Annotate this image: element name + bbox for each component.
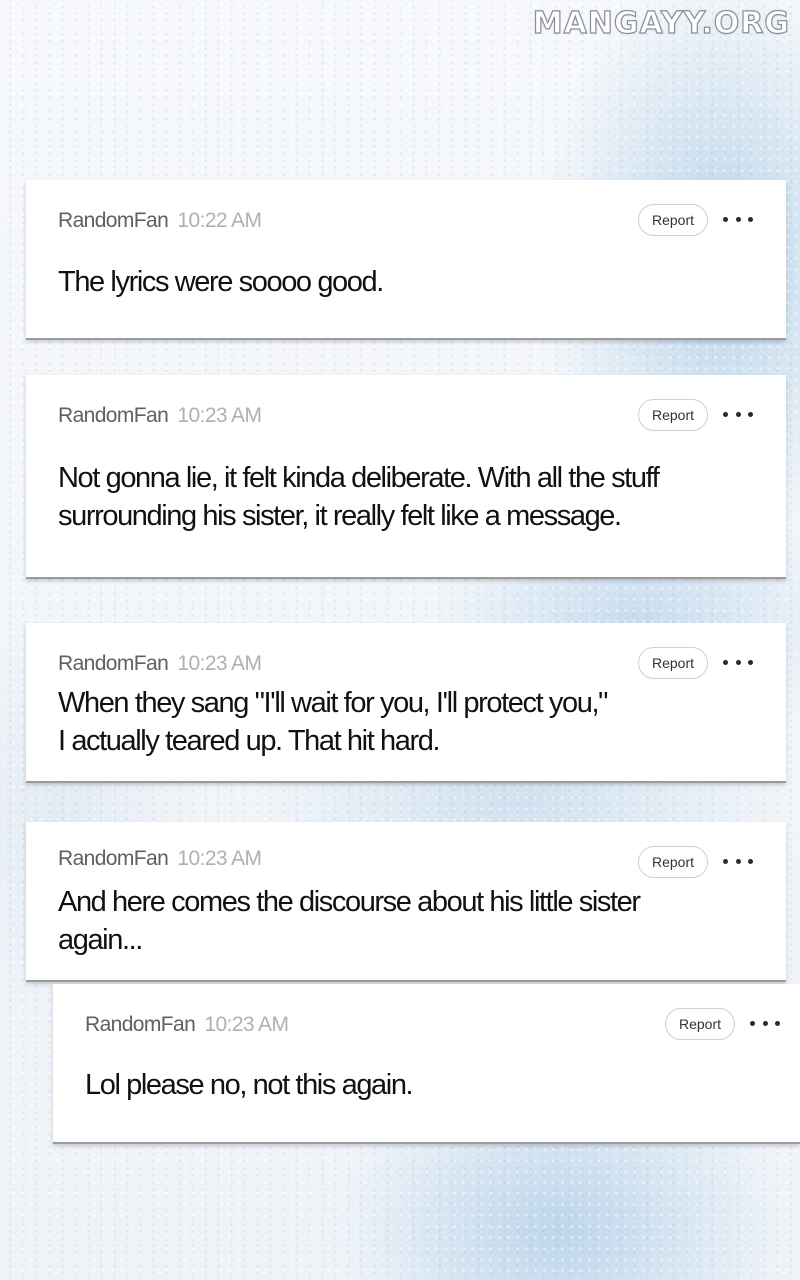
comment-meta: RandomFan 10:23 AM <box>58 652 262 676</box>
comment-timestamp: 10:23 AM <box>204 1013 289 1036</box>
comment-username[interactable]: RandomFan <box>58 652 169 675</box>
comment-text-line: surrounding his sister, it really felt l… <box>58 500 622 532</box>
comment-text: Not gonna lie, it felt kinda deliberate.… <box>58 459 756 535</box>
comment-username[interactable]: RandomFan <box>58 847 169 870</box>
watermark: MANGAYY.ORG <box>532 5 790 41</box>
comment-text: And here comes the discourse about his l… <box>58 883 756 959</box>
comment-username[interactable]: RandomFan <box>58 404 169 427</box>
comment-text-line: And here comes the discourse about his l… <box>58 886 641 918</box>
comment-timestamp: 10:23 AM <box>177 847 262 870</box>
comment-meta: RandomFan 10:22 AM <box>58 209 262 233</box>
comment-timestamp: 10:23 AM <box>177 652 262 675</box>
comment-text-line: I actually teared up. That hit hard. <box>58 725 441 757</box>
comment-text-line: Not gonna lie, it felt kinda deliberate.… <box>58 462 660 494</box>
comment-timestamp: 10:22 AM <box>177 209 262 232</box>
comment-card: RandomFan 10:22 AM Report The lyrics wer… <box>26 180 786 340</box>
more-options-icon[interactable] <box>723 656 753 668</box>
report-button[interactable]: Report <box>638 647 708 679</box>
comment-meta: RandomFan 10:23 AM <box>85 1013 289 1037</box>
comment-card: RandomFan 10:23 AM Report And here comes… <box>26 822 786 982</box>
comment-meta: RandomFan 10:23 AM <box>58 404 262 428</box>
comment-text-line: again... <box>58 924 143 956</box>
comment-text-line: When they sang "I'll wait for you, I'll … <box>58 687 608 719</box>
comment-text: Lol please no, not this again. <box>85 1069 414 1101</box>
more-options-icon[interactable] <box>723 408 753 420</box>
comment-meta: RandomFan 10:23 AM <box>58 847 262 871</box>
comment-username[interactable]: RandomFan <box>58 209 169 232</box>
more-options-icon[interactable] <box>750 1017 780 1029</box>
comment-username[interactable]: RandomFan <box>85 1013 196 1036</box>
report-button[interactable]: Report <box>638 846 708 878</box>
comment-text: The lyrics were soooo good. <box>58 266 384 298</box>
report-button[interactable]: Report <box>665 1008 735 1040</box>
report-button[interactable]: Report <box>638 204 708 236</box>
comment-card: RandomFan 10:23 AM Report Not gonna lie,… <box>26 375 786 579</box>
comment-card: RandomFan 10:23 AM Report When they sang… <box>26 623 786 783</box>
comment-text: When they sang "I'll wait for you, I'll … <box>58 684 756 760</box>
report-button[interactable]: Report <box>638 399 708 431</box>
comment-timestamp: 10:23 AM <box>177 404 262 427</box>
more-options-icon[interactable] <box>723 855 753 867</box>
reply-comment-card: RandomFan 10:23 AM Report Lol please no,… <box>53 984 800 1144</box>
more-options-icon[interactable] <box>723 213 753 225</box>
